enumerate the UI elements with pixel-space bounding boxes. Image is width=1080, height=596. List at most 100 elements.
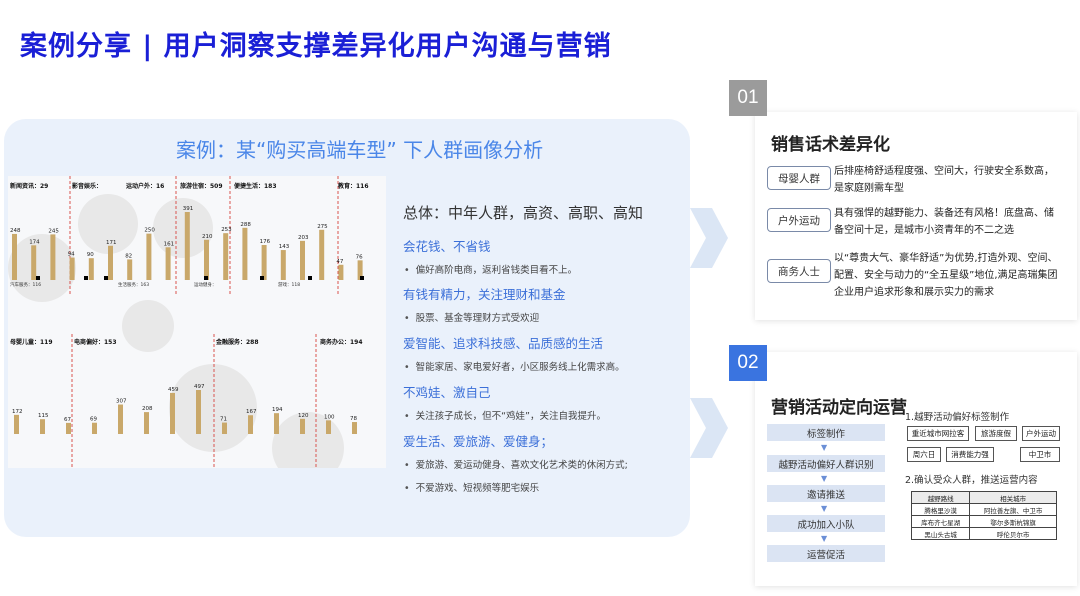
- bar-value: 288: [240, 222, 251, 228]
- bar: [50, 234, 56, 280]
- table-row: 库布齐七星湖 鄂尔多斯杭锦旗: [910, 515, 1057, 528]
- bar: [319, 229, 325, 280]
- table-cell: 阿拉善左旗、中卫市: [969, 503, 1057, 516]
- bar-value: 248: [10, 228, 21, 234]
- section-heading-5: 爱生活、爱旅游、爱健身；: [403, 434, 554, 449]
- section-bullet-5a: 爱旅游、爱运动健身、喜欢文化艺术类的休闲方式;: [404, 457, 628, 471]
- step-5: 运营促活: [767, 545, 885, 562]
- card-title: 营销活动定向运营: [771, 398, 907, 418]
- bar-value: 307: [116, 399, 127, 405]
- legend-marker: [308, 276, 312, 280]
- table-cell: 呼伦贝尔市: [969, 527, 1057, 540]
- panel-label: 母婴儿童：119: [10, 338, 53, 346]
- section-bullet-5b: 不爱游戏、短视频等肥宅娱乐: [404, 480, 540, 494]
- section-bullet-4: 关注孩子成长，但不“鸡娃”，关注自我提升。: [404, 408, 606, 422]
- bar-value: 71: [220, 417, 227, 423]
- bar: [300, 418, 305, 434]
- bar-value: 94: [68, 252, 75, 258]
- panel-label: 运动户外：16: [126, 182, 164, 190]
- bar: [12, 233, 17, 280]
- step-3: 邀请推送: [767, 485, 885, 502]
- app-usage-grid: 新闻资讯：29 影音娱乐： 运动户外：16 旅游住宿：509 便捷生活：183 教育：11…: [8, 176, 386, 468]
- page-title: 案例分享 | 用户洞察支撑差异化用户沟通与营销: [20, 31, 612, 62]
- bar-value: 100: [324, 414, 335, 420]
- tag-chip: 重近城市网拉客: [907, 426, 969, 441]
- bar-value: 194: [272, 407, 283, 413]
- panel-label: 运动健身：: [194, 281, 217, 288]
- step2-label: 2.确认受众人群，推送运营内容: [905, 475, 1038, 486]
- bar: [222, 422, 227, 434]
- bar-value: 459: [168, 387, 179, 393]
- bar-value: 176: [260, 239, 271, 245]
- card-number-badge: 01: [729, 80, 767, 116]
- bar-value: 497: [194, 384, 205, 390]
- tag-desc-outdoor: 具有强悍的越野能力、装备还有风格！底盘高、储备空间十足，是城市小资青年的不二之选: [834, 208, 1054, 236]
- bar-value: 171: [106, 240, 117, 246]
- bar: [108, 245, 113, 280]
- bar: [14, 414, 19, 434]
- bar: [92, 422, 97, 434]
- section-heading-3: 爱智能、追求科技感、品质感的生活: [403, 336, 604, 351]
- bar: [40, 419, 45, 434]
- bar-value: 76: [356, 254, 363, 260]
- legend-marker: [36, 276, 40, 280]
- legend-marker: [204, 276, 208, 280]
- tag-chip: 旅游度假: [975, 426, 1017, 441]
- legend-marker: [84, 276, 88, 280]
- bar: [184, 212, 190, 280]
- section-bullet-3: 智能家居、家电爱好者，小区服务线上化需求高。: [404, 359, 625, 373]
- arrow-down-icon: ▼: [821, 474, 828, 483]
- card-title: 销售话术差异化: [771, 135, 890, 155]
- tag-desc-maternal: 后排座椅舒适程度强、空间大，行驶安全系数高，是家庭刚需车型: [834, 166, 1054, 194]
- bar: [146, 233, 152, 280]
- bar-value: 167: [246, 409, 257, 415]
- bar: [204, 239, 209, 280]
- bar: [280, 250, 286, 280]
- bar: [118, 404, 123, 434]
- bar: [326, 420, 331, 434]
- panel-label: 商务办公：194: [320, 338, 363, 346]
- table-cell: 黑山头古城: [910, 527, 971, 540]
- bar-value: 67: [64, 417, 71, 423]
- panel-label: 新闻资讯：29: [10, 182, 48, 190]
- bar: [338, 264, 344, 280]
- table-cell: 库布齐七星湖: [910, 515, 971, 528]
- section-bullet-1: 偏好高阶电商，返利省钱类目看不上。: [404, 262, 578, 276]
- bar: [242, 227, 248, 280]
- tag-chip: 中卫市: [1020, 447, 1060, 462]
- legend-marker: [260, 276, 264, 280]
- tag-chip: 消费能力强: [946, 447, 994, 462]
- arrow-down-icon: ▼: [821, 443, 828, 452]
- bar-value: 203: [298, 235, 309, 241]
- bar-value: 47: [336, 259, 343, 265]
- tag-maternal: 母婴人群: [767, 166, 831, 190]
- bar-value: 275: [317, 224, 328, 230]
- app-usage-chart: 新闻资讯：29 影音娱乐： 运动户外：16 旅游住宿：509 便捷生活：183 教育：11…: [8, 176, 369, 468]
- bar: [165, 247, 171, 280]
- bar-value: 391: [183, 206, 194, 212]
- table-cell: 腾格里沙漠: [910, 503, 971, 516]
- bar: [352, 422, 357, 434]
- bar-value: 174: [29, 239, 40, 245]
- bar: [31, 245, 37, 280]
- bar: [170, 392, 175, 434]
- bar-value: 90: [87, 252, 94, 258]
- bar-value: 69: [90, 417, 97, 423]
- panel-label: 影音娱乐：: [72, 182, 102, 190]
- section-heading-2: 有钱有精力，关注理财和基金: [403, 287, 566, 302]
- bar: [127, 259, 133, 280]
- bar-value: 208: [142, 406, 153, 412]
- table-row: 腾格里沙漠 阿拉善左旗、中卫市: [910, 503, 1057, 516]
- table-header: 相关城市: [969, 491, 1057, 504]
- bar: [88, 258, 94, 280]
- bar-value: 161: [164, 241, 175, 247]
- case-title: 案例：某“购买高端车型” 下人群画像分析: [176, 138, 544, 162]
- step-4: 成功加入小队: [767, 515, 885, 532]
- bar-value: 253: [221, 227, 232, 233]
- step1-label: 1.越野活动偏好标签制作: [905, 412, 1010, 423]
- table-header: 越野路线: [910, 491, 971, 504]
- tag-chip: 户外运动: [1022, 426, 1060, 441]
- tag-chip: 周六日: [907, 447, 941, 462]
- tag-desc-business: 以“尊贵大气、豪华舒适”为优势,打造外观、空间、配置、安全与动力的“全五星级”地…: [834, 253, 1058, 298]
- arrow-down-icon: ▼: [821, 504, 828, 513]
